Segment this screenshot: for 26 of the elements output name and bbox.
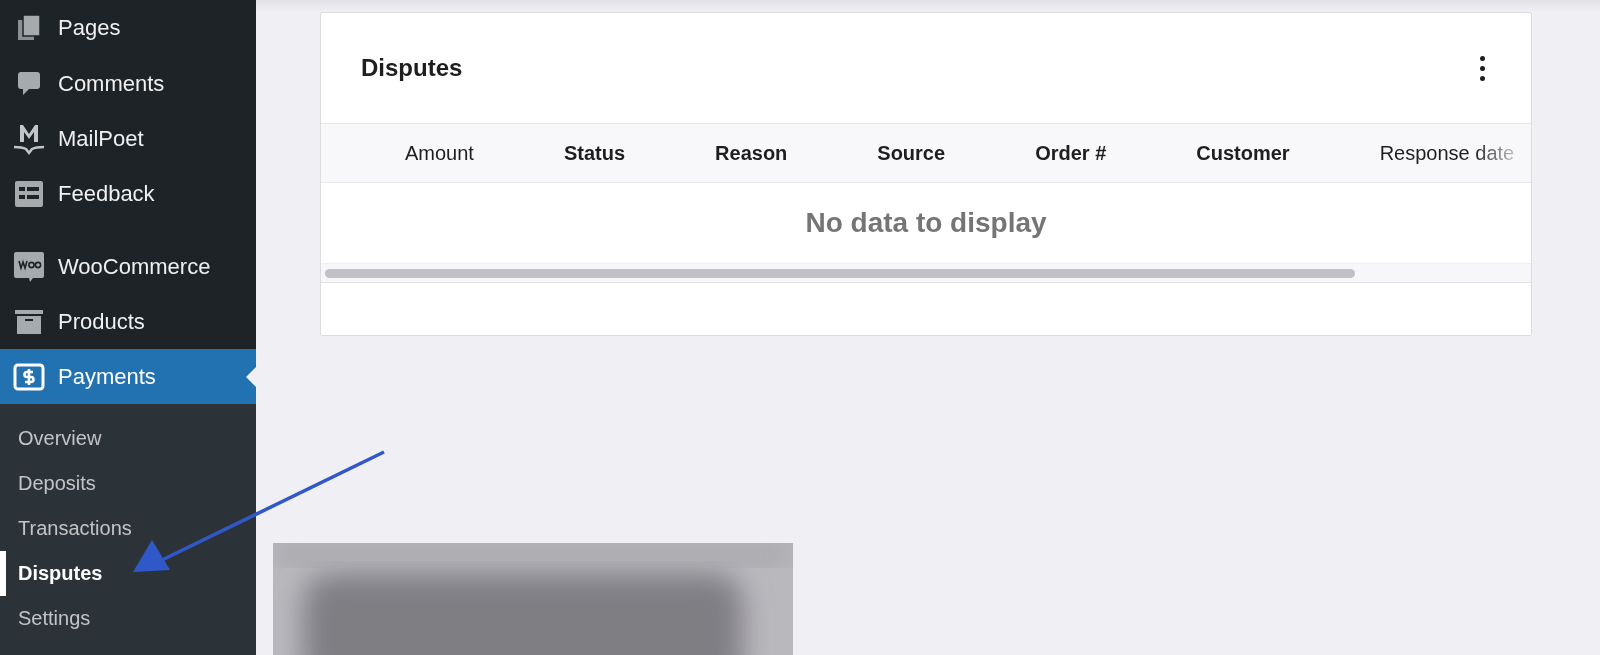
scrollbar[interactable] <box>321 264 1531 283</box>
menu-item[interactable]: Payments <box>0 349 256 404</box>
menu-item[interactable]: Products <box>0 294 256 349</box>
submenu-item[interactable]: Disputes <box>0 551 256 596</box>
dollar-icon <box>13 362 45 391</box>
menu-item[interactable]: Pages <box>0 0 256 56</box>
card-title: Disputes <box>361 54 463 82</box>
speech-bubble-icon <box>13 250 45 283</box>
menu-item[interactable]: Feedback <box>0 166 256 221</box>
column-header: Order # <box>1035 141 1107 165</box>
column-header: Status <box>563 141 626 165</box>
submenu-item[interactable]: Overview <box>0 416 256 461</box>
submenu-item[interactable]: Deposits <box>0 461 256 506</box>
menu-item[interactable]: WooCommerce <box>0 239 256 294</box>
menu-item[interactable]: Comments <box>0 56 256 111</box>
pages-icon <box>16 14 42 42</box>
submenu-item[interactable]: Transactions <box>0 506 256 551</box>
speech-bubble-icon <box>17 70 41 97</box>
column-header: Customer <box>1196 141 1290 165</box>
submenu-item[interactable]: Settings <box>0 596 256 641</box>
column-header[interactable]: Amount <box>405 141 474 165</box>
menu-item[interactable]: MailPoet <box>0 111 256 166</box>
column-header: Reason <box>715 141 788 165</box>
form-icon <box>14 179 44 208</box>
archive-box-icon <box>14 308 44 335</box>
column-header: Source <box>877 141 946 165</box>
